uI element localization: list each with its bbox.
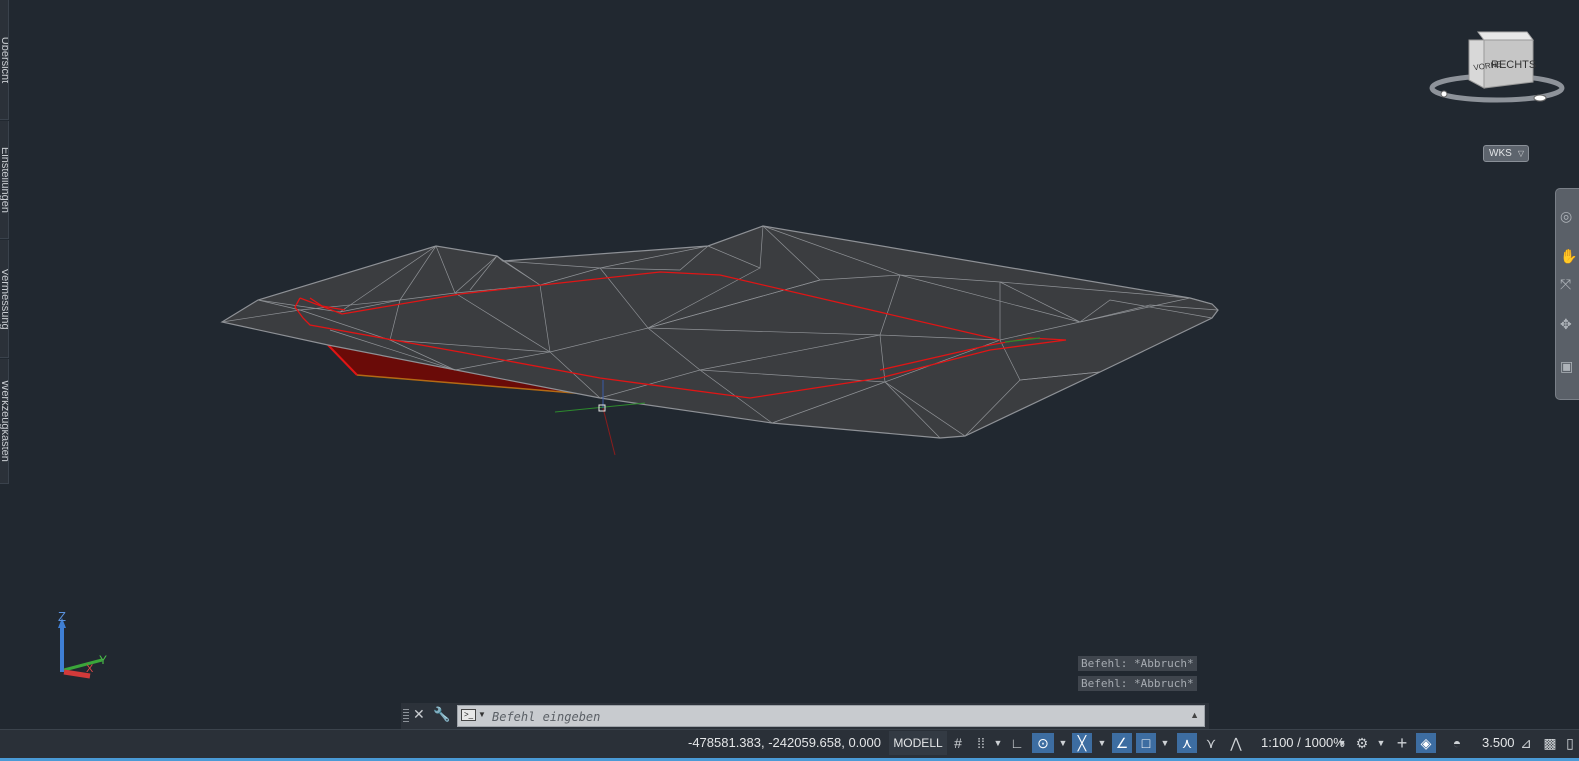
grid-icon[interactable]: # [950, 733, 966, 753]
command-input-box[interactable]: >_ ▼ ▲ [457, 705, 1205, 727]
palette-tab-label: Einstellungen [0, 146, 9, 213]
palette-tab-toolbox[interactable]: Werkzeugkasten [0, 359, 9, 484]
palette-tab-label: Werkzeugkasten [0, 380, 9, 462]
navigation-bar: ◎ ✋ ⤧ ✥ ▣ [1555, 188, 1579, 400]
command-line: ✕ 🔧 >_ ▼ ▲ [401, 703, 1209, 729]
palette-tab-label: Vermessung [0, 267, 9, 330]
command-input[interactable] [490, 707, 1184, 727]
polar-tracking-icon[interactable]: ⊙ [1032, 733, 1054, 753]
annotation-scale-icon[interactable]: ⋀ [1226, 733, 1246, 753]
model-space-button[interactable]: MODELL [889, 731, 947, 755]
object-snap-tracking-icon[interactable]: ∠ [1112, 733, 1132, 753]
chevron-down-icon[interactable]: ▼ [1337, 733, 1347, 753]
gear-icon[interactable]: ⚙ [1352, 733, 1372, 753]
surface-fill [220, 225, 1219, 439]
ucs-icon: Z Y X [58, 609, 107, 679]
object-snap-icon[interactable]: □ [1136, 733, 1156, 753]
chevron-down-icon[interactable]: ▼ [1097, 733, 1107, 753]
command-prompt-icon[interactable]: >_ [461, 709, 476, 721]
palette-tab-overview[interactable]: Übersicht [0, 0, 9, 120]
viewcube[interactable]: VORNE RECHTS [1429, 31, 1565, 103]
ortho-icon[interactable]: ∟ [1008, 733, 1026, 753]
palette-tab-survey[interactable]: Vermessung [0, 240, 9, 358]
chevron-down-icon[interactable]: ▼ [1376, 733, 1386, 753]
annotation-visibility-icon[interactable]: ⋏ [1177, 733, 1197, 753]
wcs-menu-label: WKS [1489, 148, 1512, 159]
isometric-drafting-icon[interactable]: ╳ [1072, 733, 1092, 753]
customization-icon[interactable]: ▯ [1564, 733, 1576, 753]
drawing-viewport[interactable]: VORNE RECHTS Z Y X Übersicht Einstellung… [0, 0, 1579, 729]
ucs-x-label: X [86, 663, 94, 675]
lineweight-value[interactable]: 3.500 [1482, 730, 1515, 756]
orbit-icon[interactable]: ✥ [1560, 315, 1578, 333]
chevron-down-icon[interactable]: ▼ [478, 710, 486, 719]
viewcube-right-label: RECHTS [1491, 59, 1536, 71]
pan-icon[interactable]: ✋ [1560, 247, 1578, 265]
isolate-objects-icon[interactable]: ◈ [1416, 733, 1436, 753]
chevron-down-icon[interactable]: ▼ [1058, 733, 1068, 753]
ucs-z-label: Z [58, 609, 66, 624]
steering-wheel-icon[interactable]: ◎ [1560, 207, 1578, 225]
wcs-menu[interactable]: WKS ▽ [1483, 145, 1529, 162]
close-icon[interactable]: ✕ [413, 706, 425, 723]
ucs-y-label: Y [99, 653, 107, 667]
drag-handle[interactable] [403, 709, 409, 723]
annotation-scale-value[interactable]: 1:100 / 1000% [1261, 730, 1345, 756]
lineweight-icon[interactable]: ◓ [1446, 733, 1468, 753]
customize-wrench-icon[interactable]: 🔧 [433, 706, 450, 723]
quick-properties-icon[interactable]: ⊿ [1516, 733, 1536, 753]
chevron-down-icon[interactable]: ▼ [993, 733, 1003, 753]
palette-tab-settings[interactable]: Einstellungen [0, 121, 9, 239]
graphics-performance-icon[interactable]: ▩ [1540, 733, 1560, 753]
palette-tab-label: Übersicht [0, 36, 9, 83]
plus-icon[interactable]: + [1392, 733, 1412, 753]
tin-surface-3d-view[interactable]: VORNE RECHTS Z Y X [0, 0, 1579, 725]
status-bar: -478581.383, -242059.658, 0.000 MODELL #… [0, 729, 1579, 761]
snap-grid-icon[interactable]: ⁞⁞ [972, 733, 990, 753]
command-history-line: Befehl: *Abbruch* [1078, 656, 1197, 671]
palette-tabs: Übersicht Einstellungen Vermessung Werkz… [0, 0, 9, 485]
chevron-down-icon[interactable]: ▼ [1160, 733, 1170, 753]
recent-commands-chevron-up-icon[interactable]: ▲ [1190, 710, 1199, 720]
showmotion-icon[interactable]: ▣ [1560, 357, 1578, 375]
cursor-coordinates[interactable]: -478581.383, -242059.658, 0.000 [680, 730, 887, 756]
chevron-down-icon: ▽ [1517, 149, 1524, 158]
auto-scale-icon[interactable]: ⋎ [1201, 733, 1221, 753]
command-history-line: Befehl: *Abbruch* [1078, 676, 1197, 691]
zoom-extents-icon[interactable]: ⤧ [1560, 275, 1578, 293]
